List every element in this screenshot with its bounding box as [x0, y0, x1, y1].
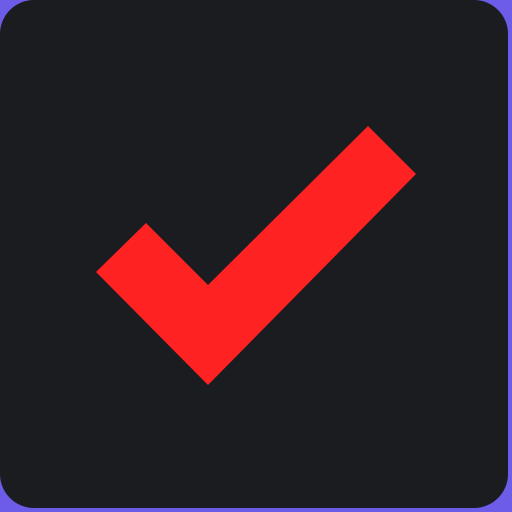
checkmark-shape [96, 126, 416, 385]
app-icon-frame [0, 0, 512, 512]
checkmark-icon [96, 126, 416, 385]
